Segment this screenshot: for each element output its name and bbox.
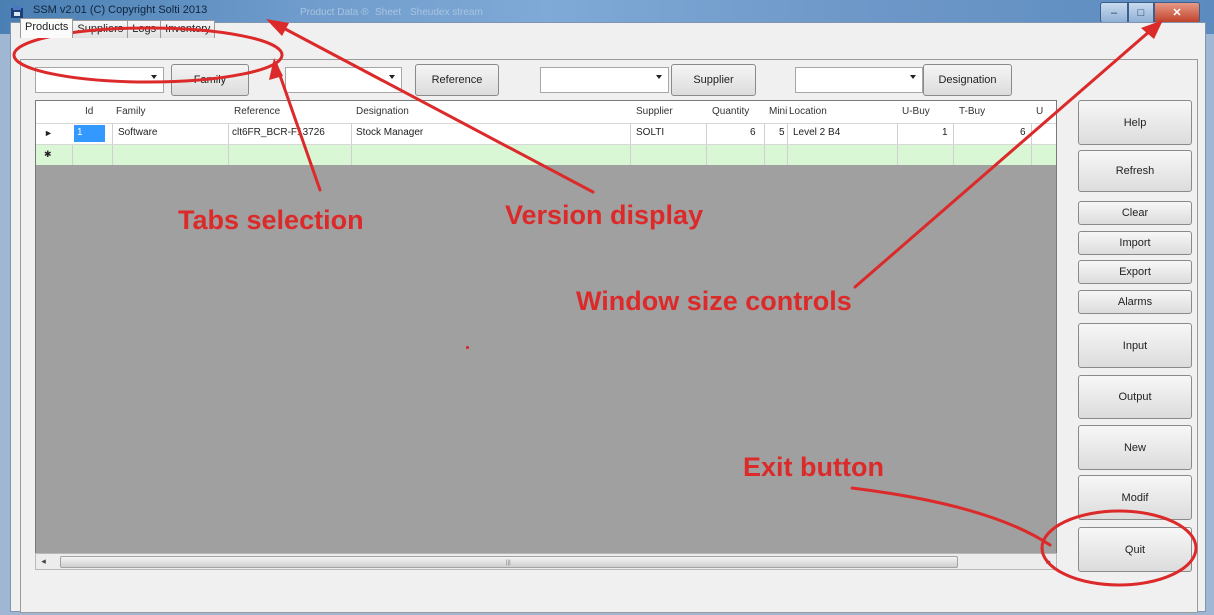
column-header-supplier[interactable]: Supplier [636,106,673,117]
grid-line [897,124,898,144]
products-grid[interactable]: Id Family Reference Designation Supplier… [35,100,1057,570]
scroll-left-icon[interactable]: ◂ [36,554,51,569]
chevron-down-icon [656,75,662,79]
chevron-down-icon [910,75,916,79]
scroll-right-icon[interactable]: ▸ [1041,554,1056,569]
app-icon [11,6,23,18]
annotation-exit-button: Exit button [743,452,884,482]
column-header-quantity[interactable]: Quantity [712,106,749,117]
grid-line [706,145,707,165]
table-row[interactable]: ► 1 Software clt6FR_BCR-F13726 Stock Man… [36,123,1056,144]
output-button[interactable]: Output [1078,375,1192,419]
column-header-u[interactable]: U [1036,106,1043,117]
reference-combo[interactable] [285,67,402,93]
new-button[interactable]: New [1078,425,1192,470]
column-header-id[interactable]: Id [85,106,93,117]
grid-header: Id Family Reference Designation Supplier… [36,101,1056,123]
input-button[interactable]: Input [1078,323,1192,368]
column-header-designation[interactable]: Designation [356,106,409,117]
grid-line [630,145,631,165]
annotation-window-size-controls: Window size controls [576,286,852,316]
tab-inventory[interactable]: Inventory [160,20,216,38]
cell-family[interactable]: Software [118,127,157,138]
grid-line [630,124,631,144]
family-filter-button[interactable]: Family [171,64,249,96]
designation-filter-button[interactable]: Designation [923,64,1012,96]
grid-line [764,124,765,144]
cell-id[interactable]: 1 [77,127,83,138]
tab-products[interactable]: Products [20,18,74,38]
column-header-ubuy[interactable]: U-Buy [902,106,930,117]
chevron-down-icon [389,75,395,79]
column-header-location[interactable]: Location [789,106,827,117]
grid-line [953,145,954,165]
horizontal-scrollbar[interactable]: ◂ ||| ▸ [35,553,1057,570]
column-header-mini[interactable]: Mini [769,106,787,117]
cell-tbuy[interactable]: 6 [1020,127,1026,138]
grid-line [1031,145,1032,165]
version-display: SSM v2.01 (C) Copyright Solti 2013 [33,4,208,16]
grid-line [897,145,898,165]
grid-line [228,145,229,165]
refresh-button[interactable]: Refresh [1078,150,1192,192]
scrollbar-thumb[interactable]: ||| [60,556,958,568]
maximize-button[interactable]: □ [1128,2,1154,23]
designation-combo[interactable] [795,67,923,93]
help-button[interactable]: Help [1078,100,1192,145]
column-header-family[interactable]: Family [116,106,145,117]
chevron-down-icon [151,75,157,79]
current-row-icon: ► [44,128,53,138]
tab-strip: Products Suppliers Logs Inventory [20,18,216,38]
grid-line [112,124,113,144]
grid-line [764,145,765,165]
cell-designation[interactable]: Stock Manager [356,127,423,138]
annotation-tabs-selection: Tabs selection [178,205,364,235]
background-text: Sheet [375,7,402,18]
modif-button[interactable]: Modif [1078,475,1192,520]
tab-logs[interactable]: Logs [127,20,162,38]
cell-supplier[interactable]: SOLTI [636,127,664,138]
window-size-controls: – □ ✕ [1100,2,1200,23]
grid-line [351,124,352,144]
grid-line [72,145,73,165]
grid-line [351,145,352,165]
cell-reference[interactable]: clt6FR_BCR-F13726 [232,127,325,138]
tab-suppliers[interactable]: Suppliers [72,20,129,38]
clear-button[interactable]: Clear [1078,201,1192,225]
close-button[interactable]: ✕ [1154,2,1200,23]
supplier-combo[interactable] [540,67,669,93]
alarms-button[interactable]: Alarms [1078,290,1192,314]
background-text: Product Data ® [300,7,369,18]
cell-ubuy[interactable]: 1 [942,127,948,138]
quit-button[interactable]: Quit [1078,527,1192,572]
grid-line [112,145,113,165]
stray-dot [466,346,469,349]
minimize-button[interactable]: – [1100,2,1128,23]
supplier-filter-button[interactable]: Supplier [671,64,756,96]
grid-line [228,124,229,144]
cell-location[interactable]: Level 2 B4 [793,127,840,138]
new-row-icon: ✱ [44,149,52,159]
import-button[interactable]: Import [1078,231,1192,255]
grid-line [953,124,954,144]
grid-line [787,124,788,144]
grid-line [1031,124,1032,144]
background-text: Sheudex stream [410,7,483,18]
cell-quantity[interactable]: 6 [750,127,756,138]
grid-line [706,124,707,144]
grip-icon: ||| [506,560,511,566]
column-header-reference[interactable]: Reference [234,106,280,117]
cell-mini[interactable]: 5 [779,127,785,138]
export-button[interactable]: Export [1078,260,1192,284]
grid-line [787,145,788,165]
new-row[interactable]: ✱ [36,144,1056,165]
column-header-tbuy[interactable]: T-Buy [959,106,985,117]
reference-filter-button[interactable]: Reference [415,64,499,96]
annotation-version-display: Version display [505,200,704,230]
family-combo[interactable] [35,67,164,93]
